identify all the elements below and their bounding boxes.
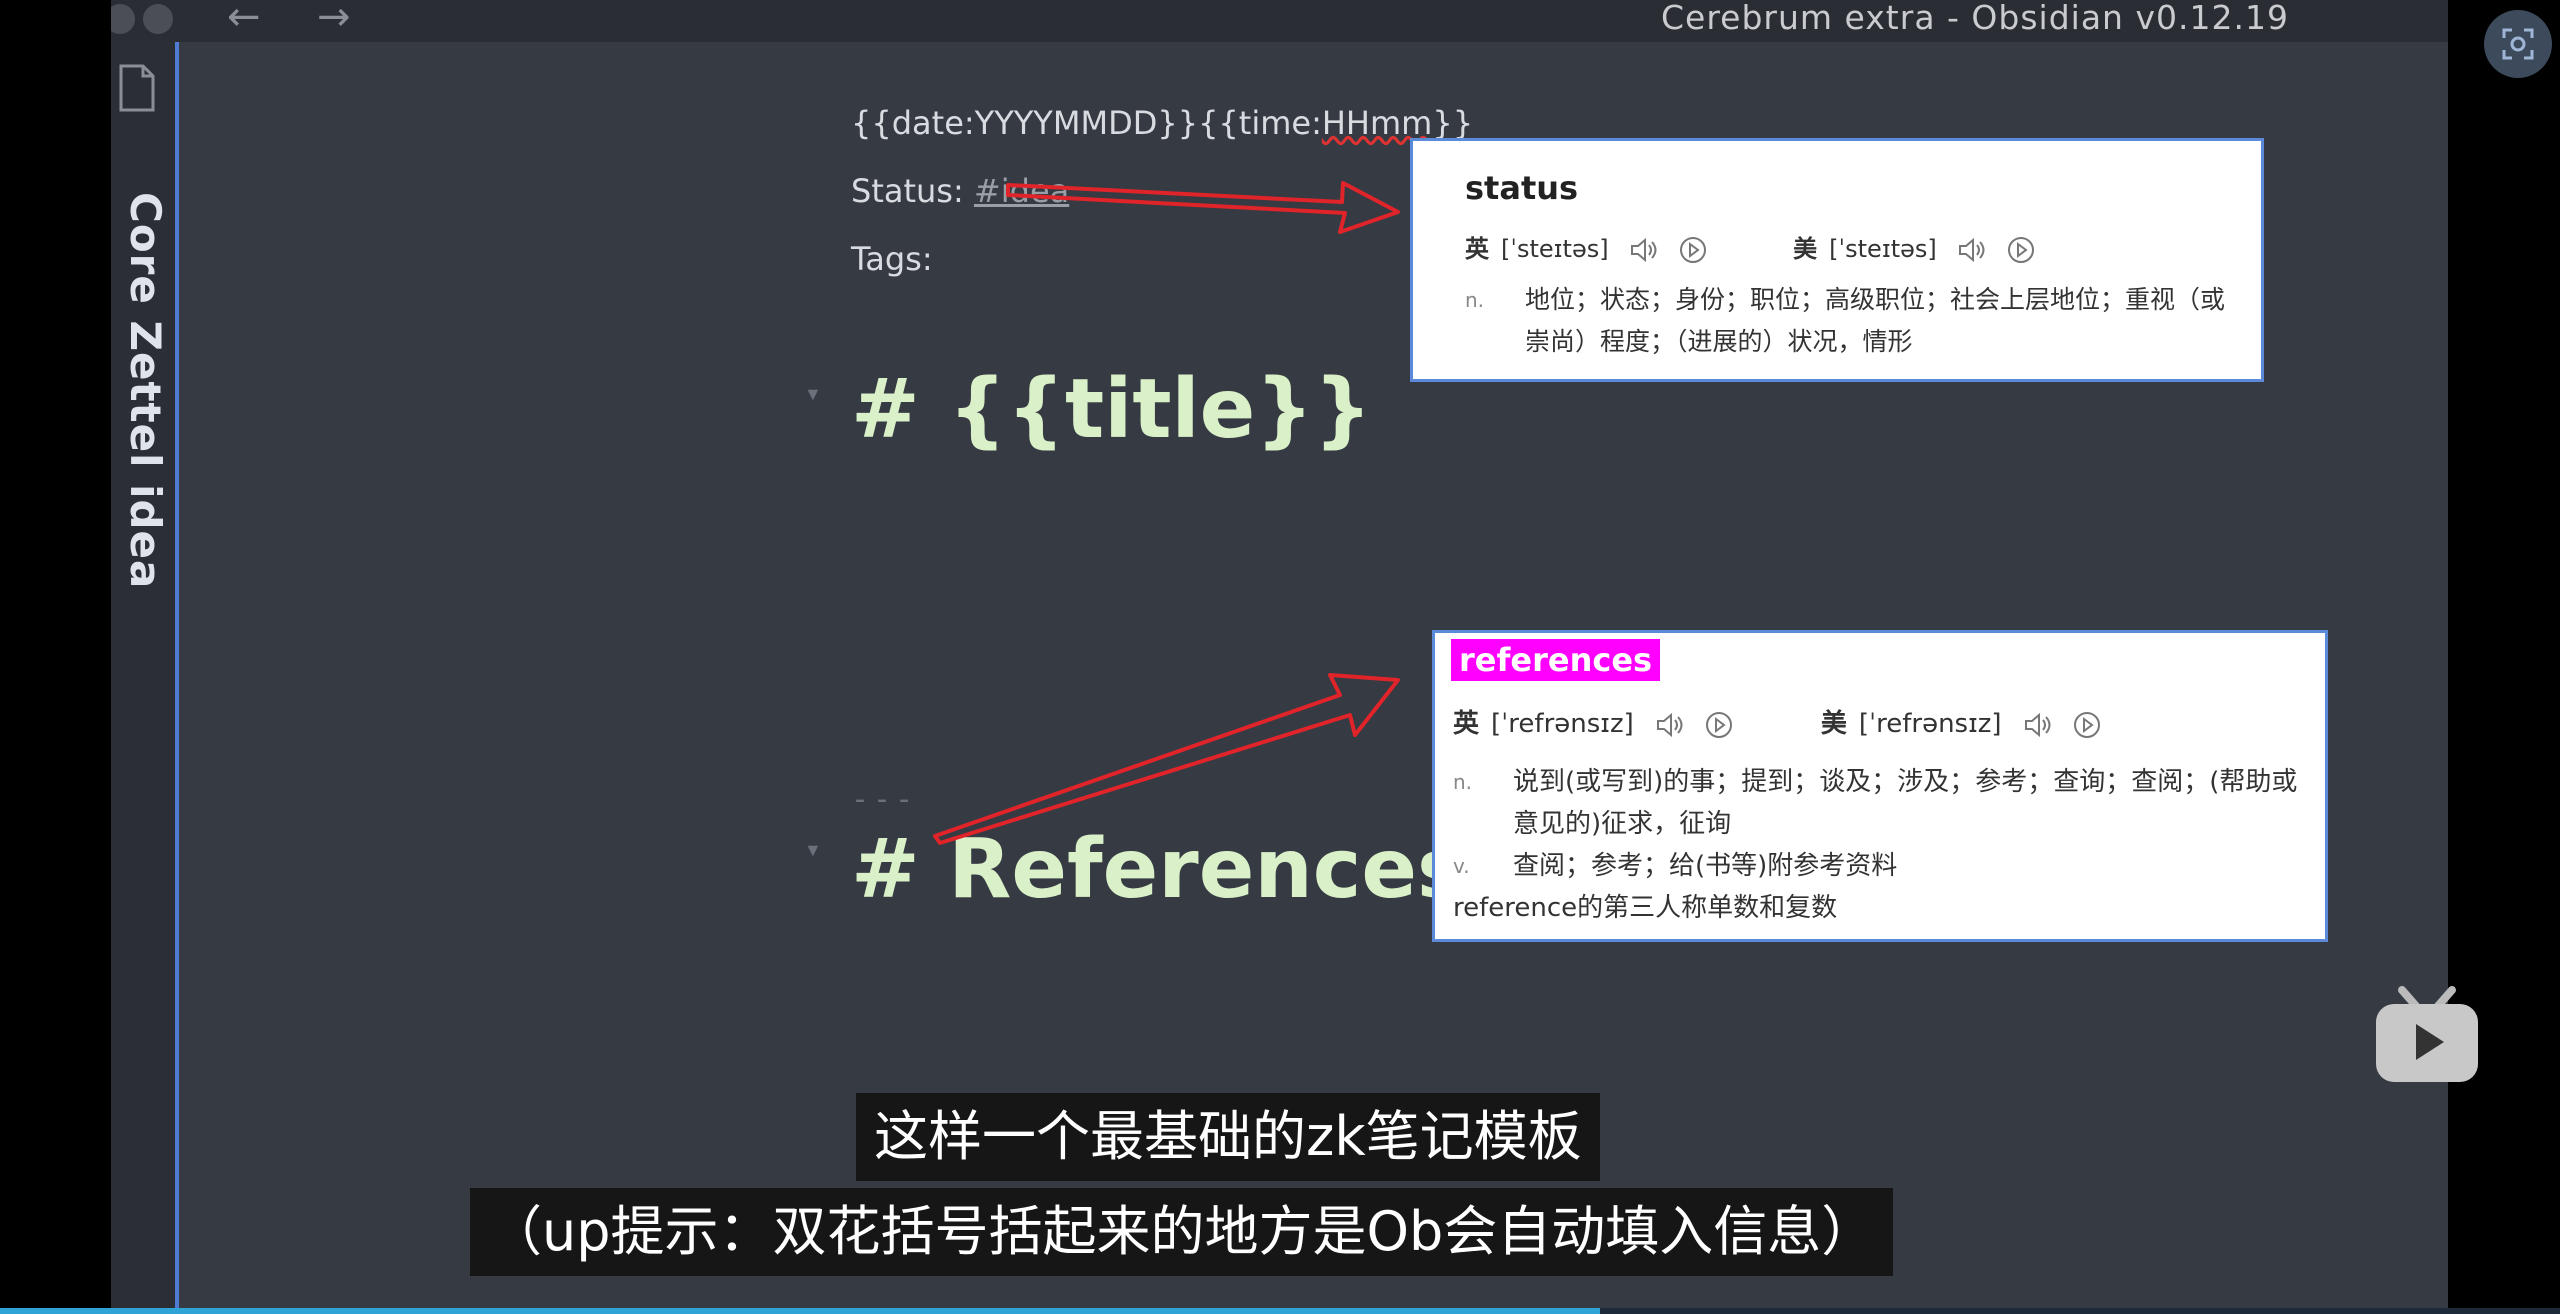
us-label: 美 [1793,235,1818,263]
definitions: n. 地位；状态；身份；职位；高级职位；社会上层地位；重视（或崇尚）程度；（进展的… [1465,279,2225,363]
replay-icon[interactable] [1704,710,1734,740]
screenshot-button[interactable] [2484,10,2552,78]
popup-word: references [1451,639,1661,681]
video-progress-bar[interactable] [0,1308,2560,1314]
speaker-icon[interactable] [2022,710,2052,740]
arrow-to-status [1006,181,1400,234]
replay-icon[interactable] [2072,710,2102,740]
speaker-icon[interactable] [1628,235,1658,265]
video-progress-fill [0,1308,1600,1314]
highlighted-word: references [1451,639,1661,681]
uk-phonetic: [ˈrefrənsɪz] [1491,709,1634,739]
part-of-speech: n. [1453,770,1473,794]
uk-phonetic: [ˈsteɪtəs] [1501,235,1609,263]
definition-row: n. 说到(或写到)的事；提到；谈及；涉及；参考；查询；查阅；(帮助或意见的)征求… [1453,761,2299,845]
word-form-note: reference的第三人称单数和复数 [1453,893,1838,923]
us-label: 美 [1820,709,1847,739]
bilibili-tv-icon[interactable] [2372,986,2482,1086]
phonetics-row: 英 [ˈrefrənsɪz] 美 [ˈrefrənsɪz] [1453,703,2102,740]
subtitle-line-2: （up提示：双花括号括起来的地方是Ob会自动填入信息） [470,1188,1894,1276]
part-of-speech: v. [1453,854,1470,878]
replay-icon[interactable] [2006,235,2036,265]
uk-label: 英 [1465,235,1489,263]
definition-row: v. 查阅；参考；给(书等)附参考资料 [1453,845,2299,887]
speaker-icon[interactable] [1654,710,1684,740]
us-phonetic: [ˈsteɪtəs] [1829,235,1937,263]
replay-icon[interactable] [1678,235,1708,265]
us-phonetic: [ˈrefrənsɪz] [1858,709,2002,739]
subtitle-line-1: 这样一个最基础的zk笔记模板 [856,1093,1600,1181]
uk-label: 英 [1453,709,1480,739]
definition-text: 说到(或写到)的事；提到；谈及；涉及；参考；查询；查阅；(帮助或意见的)征求，征… [1513,767,2298,839]
arrow-to-references [933,673,1400,845]
part-of-speech: n. [1465,288,1485,312]
phonetics-row: 英 [ˈsteɪtəs] 美 [ˈsteɪtəs] [1465,229,2036,265]
definitions: n. 说到(或写到)的事；提到；谈及；涉及；参考；查询；查阅；(帮助或意见的)征求… [1453,761,2299,929]
definition-row: n. 地位；状态；身份；职位；高级职位；社会上层地位；重视（或崇尚）程度；（进展的… [1465,279,2225,363]
definition-text: 地位；状态；身份；职位；高级职位；社会上层地位；重视（或崇尚）程度；（进展的）状… [1525,285,2226,356]
popup-word: status [1465,169,1579,207]
dictionary-popup-references[interactable]: references 英 [ˈrefrənsɪz] 美 [ˈrefrənsɪz] n… [1432,630,2328,942]
screenshot-icon [2502,28,2534,60]
dictionary-popup-status[interactable]: status 英 [ˈsteɪtəs] 美 [ˈsteɪtəs] n. 地位；状态；身… [1410,138,2264,382]
definition-text: 查阅；参考；给(书等)附参考资料 [1513,851,1898,881]
speaker-icon[interactable] [1956,235,1986,265]
